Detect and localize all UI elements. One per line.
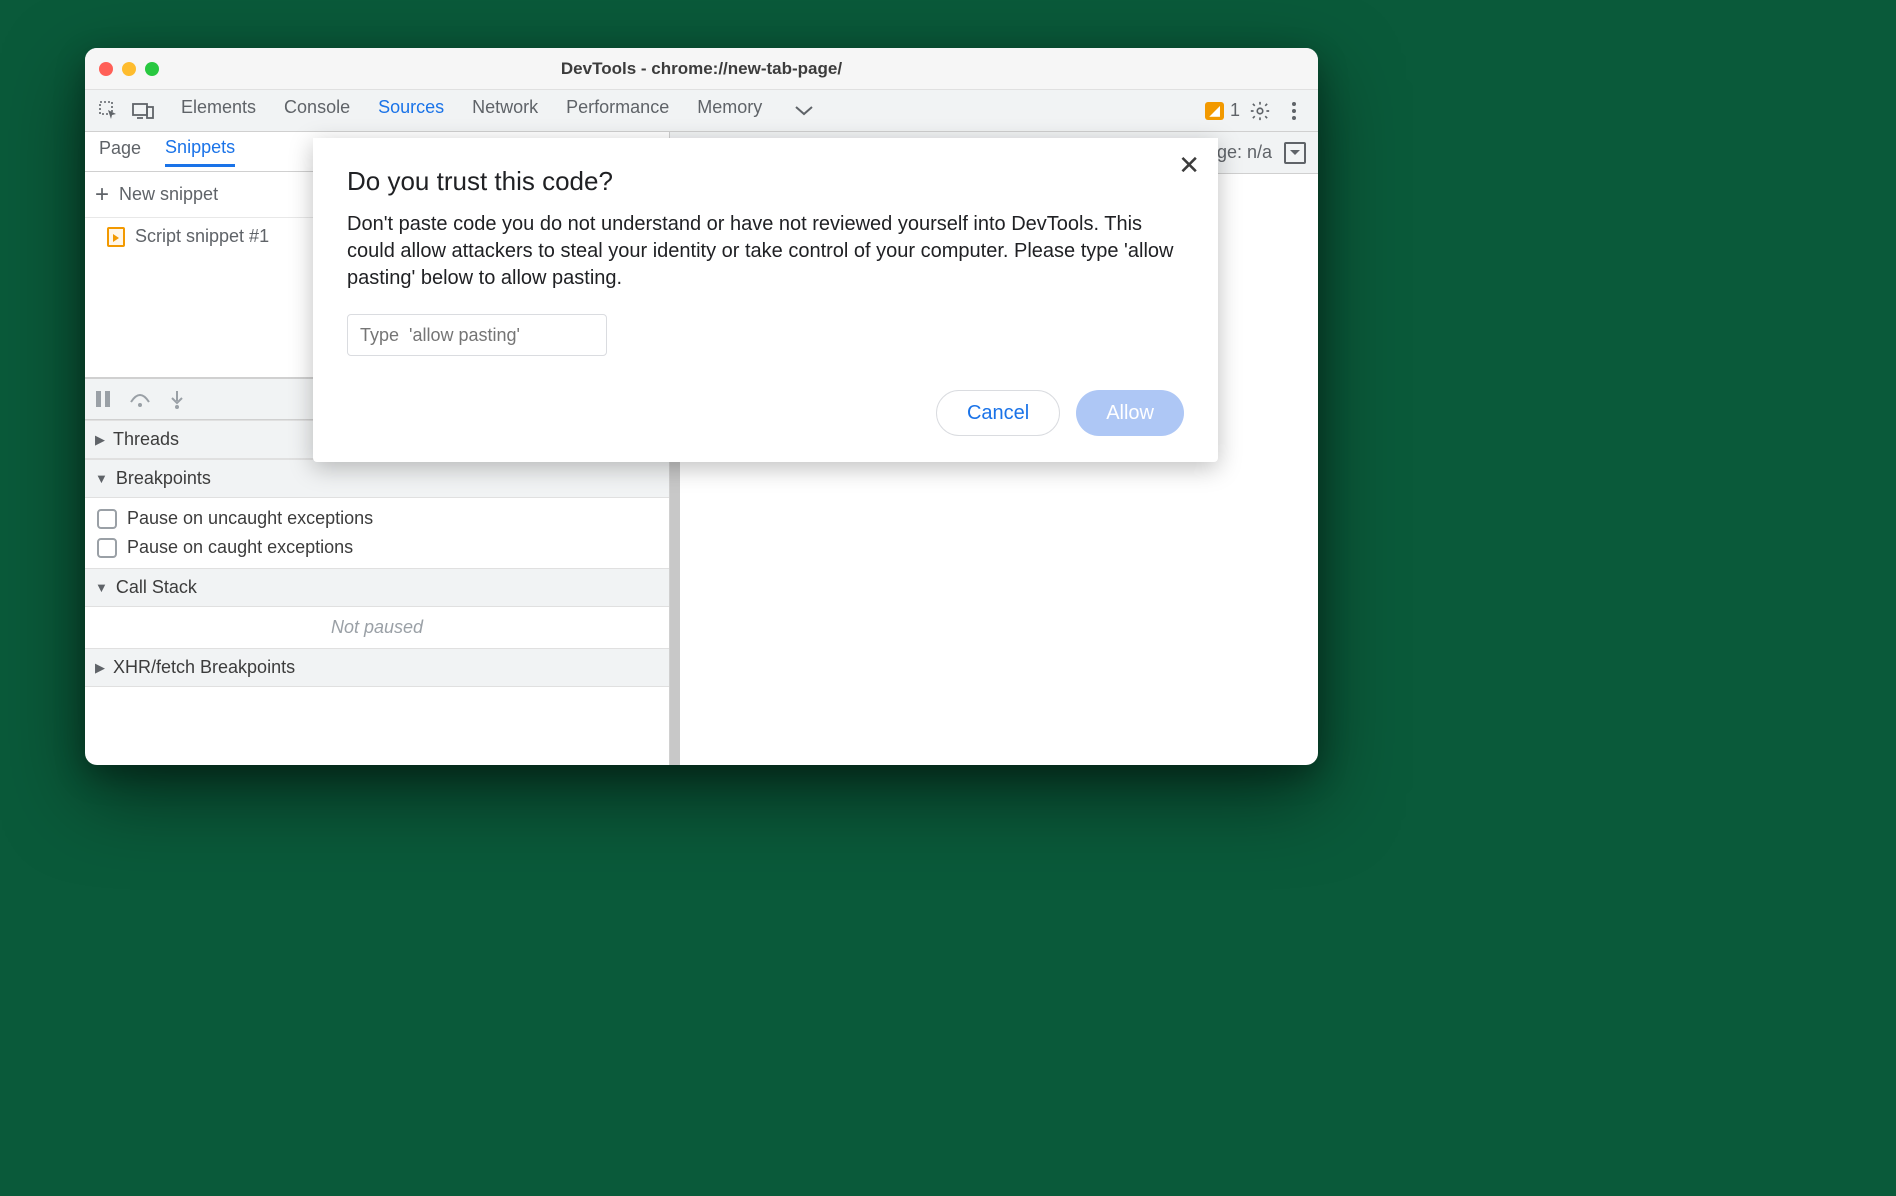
maximize-window-button[interactable]: [145, 62, 159, 76]
warning-count: 1: [1230, 100, 1240, 121]
traffic-lights: [99, 62, 159, 76]
inspect-element-icon[interactable]: [95, 97, 123, 125]
tab-console[interactable]: Console: [284, 97, 350, 125]
section-breakpoints-label: Breakpoints: [116, 468, 211, 489]
checkbox-row-uncaught[interactable]: Pause on uncaught exceptions: [97, 504, 657, 533]
dialog-title: Do you trust this code?: [347, 166, 1184, 197]
close-window-button[interactable]: [99, 62, 113, 76]
checkbox-label-caught: Pause on caught exceptions: [127, 537, 353, 558]
sub-tab-snippets[interactable]: Snippets: [165, 137, 235, 167]
snippet-file-icon: [107, 227, 125, 247]
warning-badge[interactable]: ◢ 1: [1205, 100, 1240, 121]
window-title: DevTools - chrome://new-tab-page/: [85, 59, 1318, 79]
call-stack-not-paused: Not paused: [85, 607, 669, 648]
main-toolbar: Elements Console Sources Network Perform…: [85, 90, 1318, 132]
tab-elements[interactable]: Elements: [181, 97, 256, 125]
trust-code-dialog: ✕ Do you trust this code? Don't paste co…: [313, 138, 1218, 462]
section-threads-label: Threads: [113, 429, 179, 450]
triangle-down-icon: ▼: [95, 580, 108, 595]
section-breakpoints[interactable]: ▼ Breakpoints: [85, 459, 669, 498]
tab-performance[interactable]: Performance: [566, 97, 669, 125]
section-xhr-label: XHR/fetch Breakpoints: [113, 657, 295, 678]
pause-icon[interactable]: [95, 390, 111, 408]
triangle-right-icon: ▶: [95, 660, 105, 676]
cancel-button[interactable]: Cancel: [936, 390, 1060, 436]
devtools-window: DevTools - chrome://new-tab-page/ Elemen…: [85, 48, 1318, 765]
dialog-body: Don't paste code you do not understand o…: [347, 211, 1184, 292]
debugger-sections: ▶ Threads ▼ Breakpoints Pause on uncaugh…: [85, 420, 669, 765]
settings-icon[interactable]: [1246, 97, 1274, 125]
collapse-pane-icon[interactable]: [1284, 142, 1306, 164]
checkbox-row-caught[interactable]: Pause on caught exceptions: [97, 533, 657, 562]
step-over-icon[interactable]: [129, 390, 151, 408]
step-into-icon[interactable]: [169, 389, 185, 409]
panel-tabs: Elements Console Sources Network Perform…: [181, 97, 1199, 125]
tab-memory[interactable]: Memory: [697, 97, 762, 125]
triangle-right-icon: ▶: [95, 432, 105, 448]
section-call-stack-label: Call Stack: [116, 577, 197, 598]
tab-network[interactable]: Network: [472, 97, 538, 125]
sub-tab-page[interactable]: Page: [99, 138, 141, 165]
snippet-item-label: Script snippet #1: [135, 226, 269, 247]
new-snippet-button[interactable]: New snippet: [119, 184, 218, 205]
kebab-menu-icon[interactable]: [1280, 97, 1308, 125]
more-tabs-icon[interactable]: [790, 97, 818, 125]
triangle-down-icon: ▼: [95, 471, 108, 486]
allow-button[interactable]: Allow: [1076, 390, 1184, 436]
dialog-actions: Cancel Allow: [347, 390, 1184, 436]
section-xhr-breakpoints[interactable]: ▶ XHR/fetch Breakpoints: [85, 648, 669, 687]
plus-icon[interactable]: +: [95, 181, 109, 209]
allow-pasting-input[interactable]: [347, 314, 607, 356]
minimize-window-button[interactable]: [122, 62, 136, 76]
device-toolbar-icon[interactable]: [129, 97, 157, 125]
section-call-stack[interactable]: ▼ Call Stack: [85, 568, 669, 607]
breakpoints-body: Pause on uncaught exceptions Pause on ca…: [85, 498, 669, 568]
checkbox-label-uncaught: Pause on uncaught exceptions: [127, 508, 373, 529]
titlebar: DevTools - chrome://new-tab-page/: [85, 48, 1318, 90]
warning-badge-icon: ◢: [1205, 102, 1224, 120]
checkbox-icon[interactable]: [97, 509, 117, 529]
tab-sources[interactable]: Sources: [378, 97, 444, 125]
checkbox-icon[interactable]: [97, 538, 117, 558]
close-dialog-button[interactable]: ✕: [1178, 152, 1200, 178]
